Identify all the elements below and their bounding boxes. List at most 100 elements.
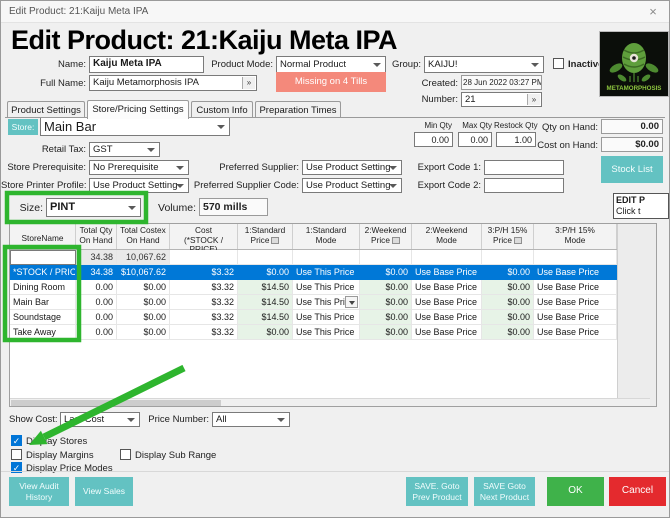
page-title: Edit Product: 21:Kaiju Meta IPA: [11, 25, 397, 56]
number-field[interactable]: 21»: [461, 92, 542, 107]
chevron-down-icon: [389, 184, 397, 188]
view-sales-button[interactable]: View Sales: [75, 477, 133, 506]
cost-on-hand-value: $0.00: [601, 137, 663, 152]
preferred-supplier-label: Preferred Supplier:: [181, 162, 299, 173]
summary-total-qty: 34.38: [76, 250, 117, 265]
chevron-down-icon: [127, 418, 135, 422]
display-sub-range-label: Display Sub Range: [135, 450, 230, 461]
column-header-storename[interactable]: StoreName: [10, 224, 76, 249]
preferred-supplier-select[interactable]: Use Product Setting: [302, 160, 402, 175]
name-label: Name:: [31, 59, 86, 70]
edit-product-window: Edit Product: 21:Kaiju Meta IPA × Edit P…: [0, 0, 670, 518]
chevron-down-icon: [373, 63, 381, 67]
footer-divider: [1, 471, 670, 472]
tab-custom-info[interactable]: Custom Info: [191, 101, 253, 118]
max-qty-label: Max Qty: [456, 121, 492, 130]
table-row[interactable]: Main Bar 0.00 $0.00 $3.32 $14.50 Use Thi…: [10, 295, 617, 310]
table-row[interactable]: Take Away 0.00 $0.00 $3.32 $0.00 Use Thi…: [10, 325, 617, 340]
product-mode-label: Product Mode:: [196, 59, 273, 70]
display-stores-checkbox[interactable]: ✓: [11, 435, 22, 446]
chevron-down-icon: [128, 206, 136, 210]
chevron-down-icon: [531, 63, 539, 67]
pin-icon[interactable]: [392, 237, 400, 244]
show-cost-select[interactable]: Last Cost: [60, 412, 140, 427]
store-select[interactable]: Main Bar: [40, 117, 230, 136]
min-qty-field[interactable]: 0.00: [414, 132, 453, 147]
column-header-weekend-price[interactable]: 2:WeekendPrice: [360, 224, 412, 249]
display-margins-label: Display Margins: [26, 450, 116, 461]
inactive-checkbox[interactable]: [553, 58, 564, 69]
column-header-total-costex[interactable]: Total CostexOn Hand: [117, 224, 170, 249]
column-header-ph15-mode[interactable]: 3:P/H 15%Mode: [534, 224, 617, 249]
qty-on-hand-value: 0.00: [601, 119, 663, 134]
column-header-ph15-price[interactable]: 3:P/H 15%Price: [482, 224, 534, 249]
store-printer-profile-label: Store Printer Profile:: [1, 180, 86, 191]
column-header-standard-price[interactable]: 1:StandardPrice: [238, 224, 293, 249]
product-mode-select[interactable]: Normal Product: [276, 56, 386, 73]
group-select[interactable]: KAIJU!: [424, 56, 544, 73]
mode-dropdown-icon[interactable]: [345, 296, 358, 308]
save-goto-prev-product-button[interactable]: SAVE. GotoPrev Product: [406, 477, 468, 506]
tab-preparation-times[interactable]: Preparation Times: [255, 101, 341, 118]
table-row[interactable]: Dining Room 0.00 $0.00 $3.32 $14.50 Use …: [10, 280, 617, 295]
pin-icon[interactable]: [271, 237, 279, 244]
cancel-button[interactable]: Cancel: [609, 477, 666, 506]
cost-on-hand-label: Cost on Hand:: [531, 140, 598, 151]
storename-filter-cell[interactable]: [10, 250, 76, 265]
column-header-total-qty[interactable]: Total QtyOn Hand: [76, 224, 117, 249]
qty-on-hand-label: Qty on Hand:: [531, 122, 598, 133]
chevron-down-icon: [277, 418, 285, 422]
volume-label: Volume:: [151, 202, 196, 214]
chevron-down-icon: [389, 166, 397, 170]
full-name-label: Full Name:: [26, 78, 86, 89]
scrollbar-thumb[interactable]: [11, 400, 221, 406]
retail-tax-label: Retail Tax:: [21, 144, 86, 155]
summary-row: 34.38 10,067.62: [10, 250, 617, 265]
product-image: METAMORPHOSIS: [599, 31, 669, 97]
column-header-cost[interactable]: Cost(*STOCK / PRICE): [170, 224, 238, 249]
number-label: Number:: [401, 94, 458, 105]
column-header-standard-mode[interactable]: 1:StandardMode: [293, 224, 360, 249]
table-row[interactable]: *STOCK / PRICE 34.38 $10,067.62 $3.32 $0…: [10, 265, 617, 280]
restock-qty-field[interactable]: 1.00: [496, 132, 536, 147]
pin-icon[interactable]: [514, 237, 522, 244]
expand-icon[interactable]: »: [527, 94, 540, 105]
full-name-field[interactable]: Kaiju Metamorphosis IPA»: [89, 75, 257, 91]
edit-prices-button[interactable]: EDIT P Click t: [613, 193, 669, 219]
store-button[interactable]: Store:: [8, 119, 38, 135]
max-qty-field[interactable]: 0.00: [458, 132, 492, 147]
view-audit-history-button[interactable]: View AuditHistory: [9, 477, 69, 506]
price-number-select[interactable]: All: [212, 412, 290, 427]
restock-qty-label: Restock Qty: [494, 121, 536, 130]
retail-tax-select[interactable]: GST: [89, 142, 160, 157]
svg-text:METAMORPHOSIS: METAMORPHOSIS: [607, 85, 662, 92]
export-code2-field[interactable]: [484, 178, 564, 193]
store-prerequisite-label: Store Prerequisite:: [1, 162, 86, 173]
missing-on-tills-button[interactable]: Missing on 4 Tills: [276, 72, 386, 92]
chevron-down-icon: [217, 125, 225, 129]
column-header-weekend-mode[interactable]: 2:WeekendMode: [412, 224, 482, 249]
tab-product-settings[interactable]: Product Settings: [7, 101, 85, 118]
table-header-row: StoreName Total QtyOn Hand Total CostexO…: [10, 224, 617, 250]
display-price-modes-label: Display Price Modes: [26, 463, 136, 474]
size-select[interactable]: PINT: [46, 198, 141, 217]
metamorphosis-logo: METAMORPHOSIS: [600, 32, 668, 96]
preferred-supplier-code-select[interactable]: Use Product Setting: [302, 178, 402, 193]
summary-total-costex: 10,067.62: [117, 250, 170, 265]
ok-button[interactable]: OK: [547, 477, 604, 506]
save-goto-next-product-button[interactable]: SAVE GotoNext Product: [474, 477, 535, 506]
pricing-table[interactable]: StoreName Total QtyOn Hand Total CostexO…: [9, 223, 657, 407]
name-field[interactable]: Kaiju Meta IPA: [89, 56, 204, 73]
expand-icon[interactable]: »: [242, 77, 255, 89]
tab-store-pricing-settings[interactable]: Store/Pricing Settings: [87, 100, 189, 119]
display-margins-checkbox[interactable]: [11, 449, 22, 460]
export-code1-field[interactable]: [484, 160, 564, 175]
stock-list-button[interactable]: Stock List: [601, 156, 663, 183]
close-icon[interactable]: ×: [645, 4, 661, 20]
volume-field: 570 mills: [199, 198, 268, 216]
horizontal-scrollbar[interactable]: [10, 398, 650, 406]
table-row[interactable]: Soundstage 0.00 $0.00 $3.32 $14.50 Use T…: [10, 310, 617, 325]
display-sub-range-checkbox[interactable]: [120, 449, 131, 460]
store-prerequisite-select[interactable]: No Prerequisite: [89, 160, 189, 175]
table-filler: [617, 224, 657, 406]
